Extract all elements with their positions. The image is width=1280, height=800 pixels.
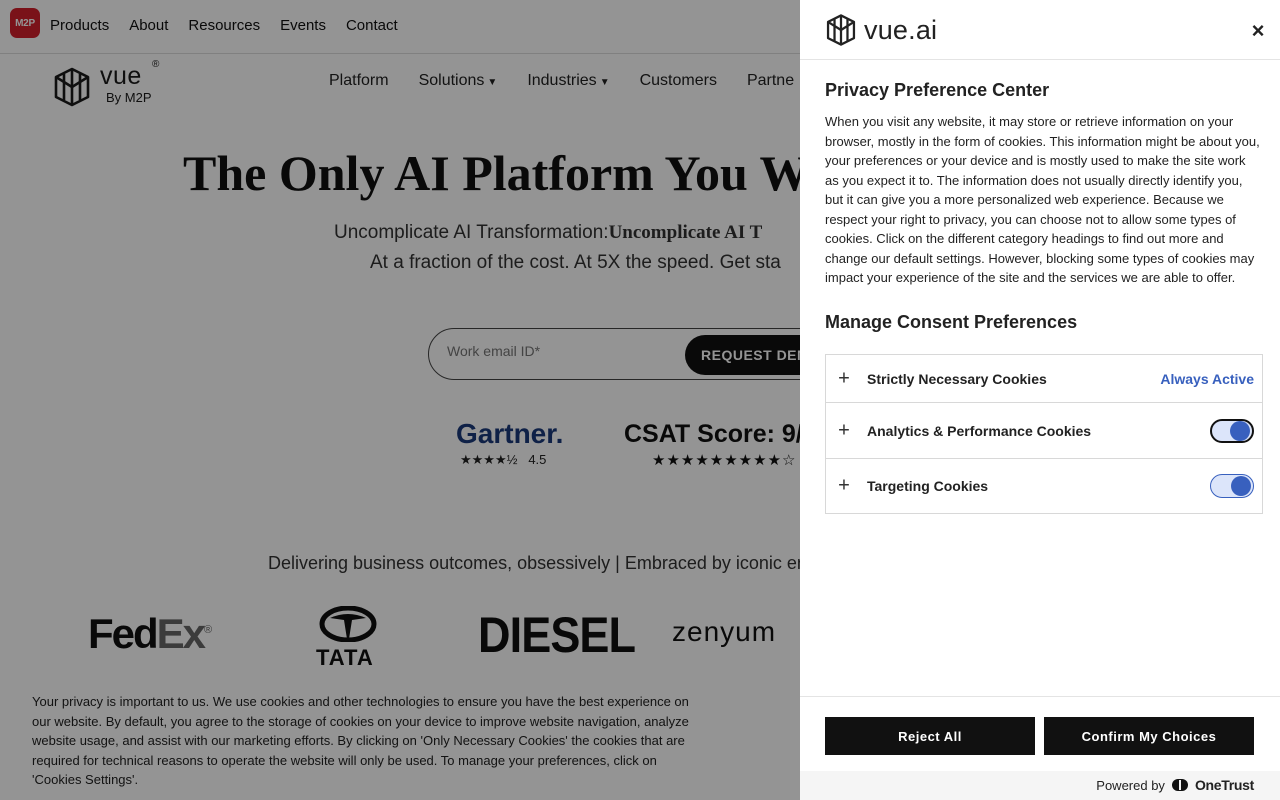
vue-mark-icon	[826, 14, 856, 46]
privacy-preference-center: vue.ai × Privacy Preference Center When …	[800, 0, 1280, 800]
preference-center-header: vue.ai ×	[800, 0, 1280, 60]
category-label: Analytics & Performance Cookies	[867, 422, 1092, 439]
close-icon[interactable]: ×	[1246, 20, 1270, 44]
powered-by-onetrust[interactable]: Powered by OneTrust	[1096, 777, 1254, 793]
powered-by-bar: Powered by OneTrust	[800, 771, 1280, 800]
confirm-choices-button[interactable]: Confirm My Choices	[1044, 717, 1254, 755]
preference-center-description: When you visit any website, it may store…	[825, 114, 1260, 285]
manage-consent-title: Manage Consent Preferences	[825, 312, 1078, 332]
reject-all-button[interactable]: Reject All	[825, 717, 1035, 755]
plus-icon: +	[838, 419, 850, 441]
always-active-label: Always Active	[1160, 370, 1254, 387]
category-label: Strictly Necessary Cookies	[867, 370, 1047, 387]
onetrust-brand: OneTrust	[1194, 777, 1254, 793]
preference-center-title: Privacy Preference Center	[825, 80, 1050, 100]
category-label: Targeting Cookies	[867, 478, 989, 494]
vue-ai-logo: vue.ai	[824, 13, 937, 47]
vue-ai-logo-text: vue.ai	[864, 14, 938, 45]
onetrust-logo-icon	[1171, 779, 1188, 791]
toggle-knob	[1230, 420, 1250, 441]
targeting-toggle[interactable]	[1210, 474, 1254, 498]
plus-icon: +	[838, 367, 850, 389]
category-targeting[interactable]: + Targeting Cookies	[826, 459, 1262, 513]
cookie-categories: + Strictly Necessary Cookies Always Acti…	[825, 354, 1263, 514]
category-strictly-necessary[interactable]: + Strictly Necessary Cookies Always Acti…	[826, 355, 1262, 403]
category-analytics-performance[interactable]: + Analytics & Performance Cookies	[826, 403, 1262, 459]
preference-center-footer: Reject All Confirm My Choices Powered by…	[800, 696, 1280, 800]
powered-by-label: Powered by	[1096, 777, 1165, 793]
plus-icon: +	[838, 474, 850, 497]
analytics-toggle[interactable]	[1210, 418, 1254, 443]
toggle-knob	[1231, 476, 1251, 496]
